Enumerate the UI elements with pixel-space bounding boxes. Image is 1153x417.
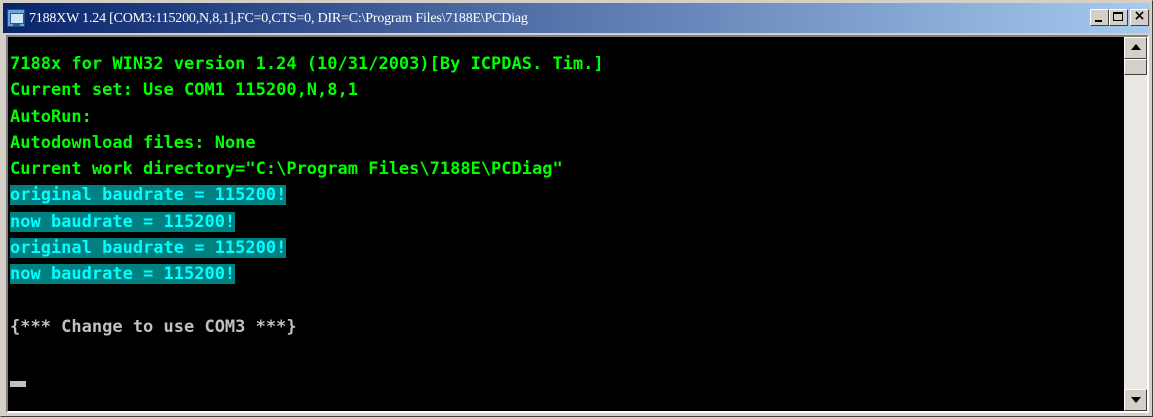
close-button[interactable]: × (1130, 8, 1149, 26)
scroll-up-button[interactable] (1124, 37, 1147, 59)
text-cursor (10, 381, 26, 387)
console-line-highlighted: now baudrate = 115200! (10, 211, 236, 232)
console-line: 7188x for WIN32 version 1.24 (10/31/2003… (10, 54, 604, 74)
vertical-scrollbar[interactable] (1124, 37, 1147, 411)
console-line: Current work directory="C:\Program Files… (10, 159, 563, 180)
app-icon[interactable] (7, 9, 25, 27)
close-icon: × (1133, 8, 1146, 24)
console-line-highlighted: original baudrate = 115200! (10, 238, 287, 259)
minimize-icon (1095, 20, 1102, 22)
app-window: 7188XW 1.24 [COM3:115200,N,8,1],FC=0,CTS… (0, 0, 1153, 417)
scroll-down-arrow-icon (1131, 397, 1141, 403)
console-line: Current set: Use COM1 115200,N,8,1 (10, 80, 358, 101)
console-area[interactable]: 7188x for WIN32 version 1.24 (10/31/2003… (6, 35, 1149, 413)
scroll-down-button[interactable] (1124, 389, 1147, 411)
minimize-button[interactable] (1090, 9, 1109, 26)
console-line: Autodownload files: None (10, 132, 256, 153)
maximize-button[interactable] (1109, 9, 1128, 26)
console-output: 7188x for WIN32 version 1.24 (10/31/2003… (10, 51, 1123, 411)
title-bar[interactable]: 7188XW 1.24 [COM3:115200,N,8,1],FC=0,CTS… (3, 3, 1150, 33)
console-line: {*** Change to use COM3 ***} (10, 316, 297, 337)
scrollbar-thumb[interactable] (1124, 59, 1147, 75)
console-line-highlighted: now baudrate = 115200! (10, 264, 236, 285)
console-line: AutoRun: (10, 106, 92, 127)
maximize-icon (1113, 12, 1123, 21)
console-line-highlighted: original baudrate = 115200! (10, 185, 287, 206)
scroll-up-arrow-icon (1131, 44, 1141, 50)
window-title: 7188XW 1.24 [COM3:115200,N,8,1],FC=0,CTS… (29, 11, 528, 26)
